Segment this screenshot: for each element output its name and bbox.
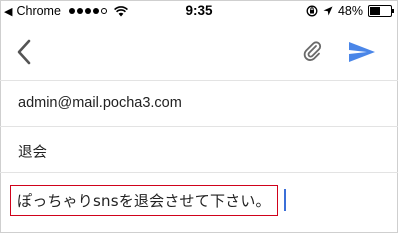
- attach-button[interactable]: [302, 40, 322, 62]
- back-button[interactable]: [14, 38, 34, 66]
- status-right: 48%: [306, 4, 394, 18]
- status-bar: ◀ Chrome 9:35 48%: [0, 0, 398, 24]
- rotation-lock-icon: [306, 5, 318, 17]
- send-button[interactable]: [348, 40, 376, 64]
- battery-level: [370, 7, 380, 15]
- paperclip-icon: [303, 41, 322, 61]
- send-arrow-icon: [349, 42, 375, 62]
- text-cursor: [284, 189, 286, 211]
- subject-text[interactable]: 退会: [18, 141, 47, 162]
- compose-toolbar: [0, 24, 398, 81]
- body-editor[interactable]: ぽっちゃりsnsを退会させて下さい。: [0, 173, 398, 231]
- battery-icon: [368, 5, 394, 17]
- battery-percent: 48%: [337, 4, 363, 18]
- to-address[interactable]: admin@mail.pocha3.com: [18, 95, 182, 111]
- subject-field-row[interactable]: 退会: [0, 127, 398, 173]
- body-text[interactable]: ぽっちゃりsnsを退会させて下さい。: [17, 190, 271, 211]
- location-arrow-icon: [323, 6, 333, 16]
- to-field-row[interactable]: admin@mail.pocha3.com: [0, 81, 398, 127]
- body-highlight-box[interactable]: ぽっちゃりsnsを退会させて下さい。: [10, 185, 278, 216]
- chevron-left-icon: [17, 39, 31, 65]
